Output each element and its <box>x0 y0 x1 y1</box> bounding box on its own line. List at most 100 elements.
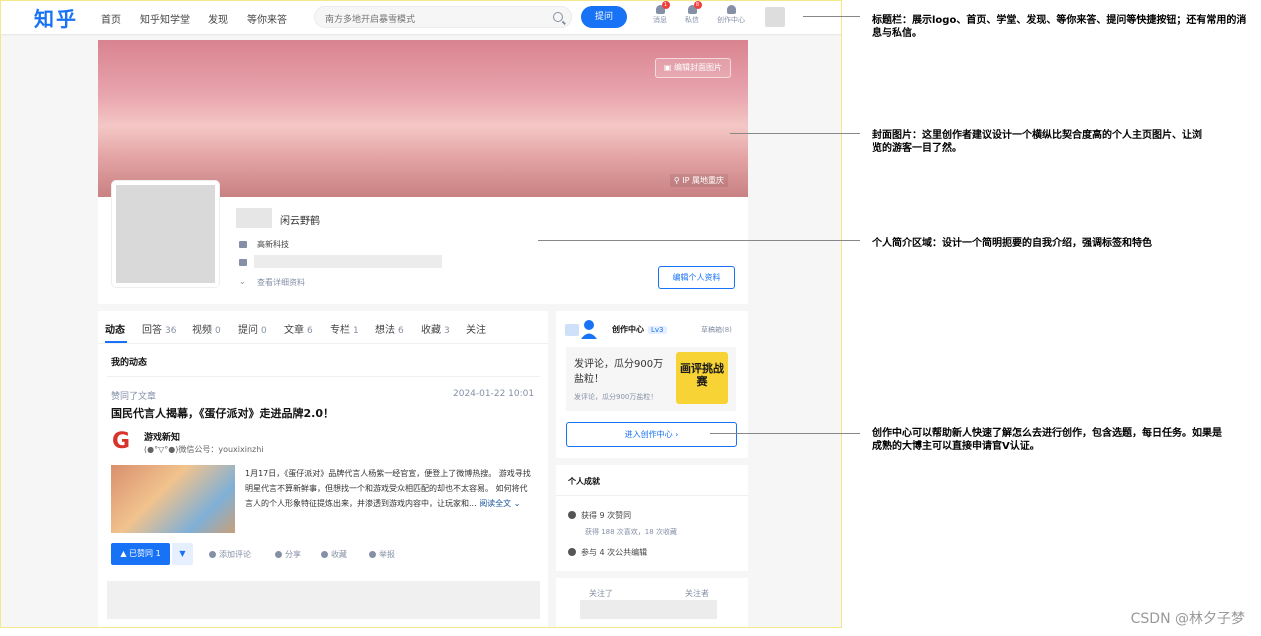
tab-articles-label: 文章 <box>284 325 304 336</box>
drafts-link[interactable]: 草稿箱(8) <box>701 325 732 335</box>
collect-button[interactable]: 收藏 <box>321 549 347 560</box>
share-button[interactable]: 分享 <box>275 549 301 560</box>
tab-columns[interactable]: 专栏 1 <box>330 321 359 336</box>
promo-title: 发评论，瓜分900万盐粒！ <box>574 359 664 385</box>
promo-image[interactable]: 画评挑战赛 <box>676 352 728 404</box>
annotation-line-4 <box>710 433 860 434</box>
achievements-divider <box>556 495 748 496</box>
private-messages-button[interactable]: 8 私信 <box>674 1 710 25</box>
view-details-link[interactable]: 查看详细资料 <box>257 277 305 288</box>
edit-profile-button[interactable]: 编辑个人资料 <box>658 266 735 289</box>
report-button[interactable]: 举报 <box>369 549 395 560</box>
creator-illustration-icon <box>565 320 597 339</box>
creator-center-label: 创作中心 <box>717 16 745 24</box>
cover-image: ▣ 编辑封面图片 ⚲ IP 属地重庆 <box>98 40 748 197</box>
search-input[interactable] <box>315 10 535 30</box>
followers-count-label[interactable]: 关注者 <box>685 588 709 599</box>
tab-columns-count: 1 <box>353 326 359 336</box>
enter-creator-center-button[interactable]: 进入创作中心 › <box>566 422 737 447</box>
share-label: 分享 <box>285 550 301 559</box>
comment-button[interactable]: 添加评论 <box>209 549 251 560</box>
tab-collections[interactable]: 收藏 3 <box>421 321 450 336</box>
tab-answers[interactable]: 回答 36 <box>142 321 176 336</box>
ip-location-label: IP 属地重庆 <box>682 176 724 185</box>
article-thumbnail[interactable] <box>111 465 235 533</box>
edit-icon <box>568 548 576 556</box>
my-activity-title: 我的动态 <box>111 358 148 368</box>
industry-label: 高新科技 <box>257 240 289 249</box>
tab-thoughts[interactable]: 想法 6 <box>375 321 404 336</box>
share-icon <box>275 551 282 558</box>
education-placeholder <box>254 255 442 268</box>
downvote-button[interactable]: ▼ <box>172 543 193 565</box>
profile-name: 闲云野鹤 <box>280 216 320 227</box>
creator-level-badge: Lv3 <box>648 326 667 334</box>
private-messages-label: 私信 <box>685 16 699 24</box>
likes-stat: 获得 9 次赞同 <box>568 510 631 521</box>
zhihu-profile-page: 知乎 首页 知乎知学堂 发现 等你来答 提问 1 消息 8 私信 创作中心 ▣ … <box>0 0 842 628</box>
name-badge-placeholder <box>236 208 272 228</box>
message-badge: 1 <box>661 1 670 9</box>
article-title[interactable]: 国民代言人揭幕，《蛋仔派对》走进品牌2.0！ <box>111 405 334 421</box>
tab-answers-count: 36 <box>165 326 177 336</box>
edit-cover-button[interactable]: ▣ 编辑封面图片 <box>654 58 731 78</box>
private-message-badge: 8 <box>693 1 702 9</box>
nav-home[interactable]: 首页 <box>101 11 121 26</box>
tab-collections-label: 收藏 <box>421 325 441 336</box>
nav-waiting[interactable]: 等你来答 <box>247 11 287 26</box>
author-description: (●°▽°●)微信公号：youxixinzhi <box>144 445 264 454</box>
messages-label: 消息 <box>653 16 667 24</box>
following-count-label[interactable]: 关注了 <box>589 588 613 599</box>
annotation-line-2 <box>730 133 860 134</box>
tab-following[interactable]: 关注 <box>466 321 486 336</box>
tab-articles-count: 6 <box>307 326 313 336</box>
annotation-line-1 <box>803 16 860 17</box>
section-divider <box>107 376 540 377</box>
briefcase-icon <box>239 241 247 248</box>
tab-answers-label: 回答 <box>142 325 162 336</box>
comment-icon <box>209 551 216 558</box>
ip-location: ⚲ IP 属地重庆 <box>669 174 728 187</box>
graduation-cap-icon <box>239 259 247 266</box>
tab-videos-label: 视频 <box>192 325 212 336</box>
ask-button[interactable]: 提问 <box>581 6 627 28</box>
chevron-down-icon: ⌄ <box>239 277 246 286</box>
watermark: CSDN @林夕子梦 <box>1130 611 1245 627</box>
zhihu-logo[interactable]: 知乎 <box>34 3 78 32</box>
report-label: 举报 <box>379 550 395 559</box>
tab-questions-count: 0 <box>261 326 267 336</box>
author-logo-icon[interactable]: G <box>112 430 134 454</box>
tab-thoughts-count: 6 <box>398 326 404 336</box>
search-icon[interactable] <box>553 12 563 22</box>
tab-activity[interactable]: 动态 <box>105 321 125 336</box>
profile-avatar[interactable] <box>112 181 219 287</box>
star-icon <box>321 551 328 558</box>
thumbs-up-icon <box>568 511 576 519</box>
read-more-link[interactable]: 阅读全文 ⌄ <box>479 499 520 508</box>
search-box <box>314 6 572 30</box>
user-avatar[interactable] <box>765 7 785 27</box>
likes-detail: 获得 188 次喜欢，18 次收藏 <box>585 528 677 536</box>
nav-discover[interactable]: 发现 <box>208 11 228 26</box>
messages-button[interactable]: 1 消息 <box>642 1 678 25</box>
collect-label: 收藏 <box>331 550 347 559</box>
tab-activity-label: 动态 <box>105 325 125 336</box>
likes-stat-label: 获得 9 次赞同 <box>581 511 632 520</box>
annotation-header: 标题栏：展示logo、首页、学堂、发现、等你来答、提问等快捷按钮；还有常用的消息… <box>872 15 1247 39</box>
promo-subtitle: 发评论，瓜分900万盐粒！ <box>574 393 658 401</box>
tab-articles[interactable]: 文章 6 <box>284 321 313 336</box>
achievements-title: 个人成就 <box>568 477 600 486</box>
tab-videos-count: 0 <box>215 326 221 336</box>
follow-counts-placeholder <box>580 600 717 619</box>
tab-questions-label: 提问 <box>238 325 258 336</box>
tab-videos[interactable]: 视频 0 <box>192 321 221 336</box>
nav-academy[interactable]: 知乎知学堂 <box>140 11 190 26</box>
author-name[interactable]: 游戏新知 <box>144 430 180 443</box>
creator-title-text: 创作中心 <box>612 325 644 334</box>
annotation-line-3 <box>538 240 860 241</box>
tab-questions[interactable]: 提问 0 <box>238 321 267 336</box>
upvote-button[interactable]: ▲ 已赞同 1 <box>111 543 170 565</box>
creator-center-title: 创作中心 Lv3 <box>612 324 667 335</box>
annotation-cover: 封面图片：这里创作者建议设计一个横纵比契合度高的个人主页图片、让浏览的游客一目了… <box>872 130 1202 154</box>
creator-center-button[interactable]: 创作中心 <box>713 5 749 25</box>
